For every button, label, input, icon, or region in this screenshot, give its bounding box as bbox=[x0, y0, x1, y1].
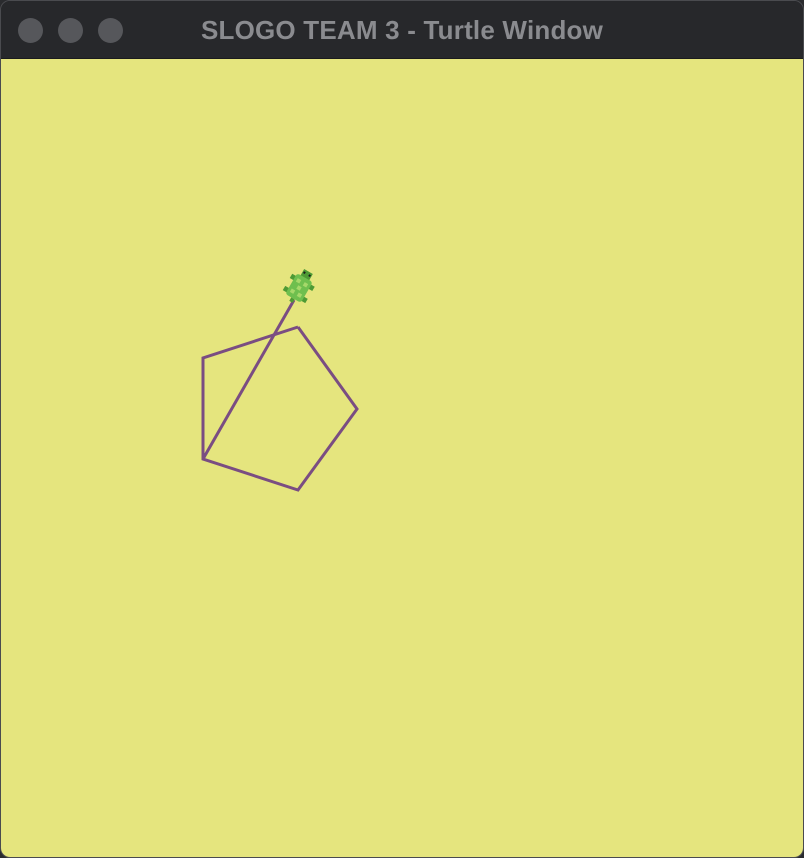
pentagon-path bbox=[201, 325, 359, 492]
window-title: SLOGO TEAM 3 - Turtle Window bbox=[200, 15, 604, 45]
drawing-surface bbox=[201, 265, 359, 492]
title-bar[interactable]: SLOGO TEAM 3 - Turtle Window bbox=[1, 1, 803, 59]
turtle-icon[interactable] bbox=[280, 265, 320, 308]
turtle-window: SLOGO TEAM 3 - Turtle Window bbox=[0, 0, 804, 858]
turtle-trail-line bbox=[201, 299, 296, 460]
turtle-canvas[interactable] bbox=[1, 59, 803, 857]
